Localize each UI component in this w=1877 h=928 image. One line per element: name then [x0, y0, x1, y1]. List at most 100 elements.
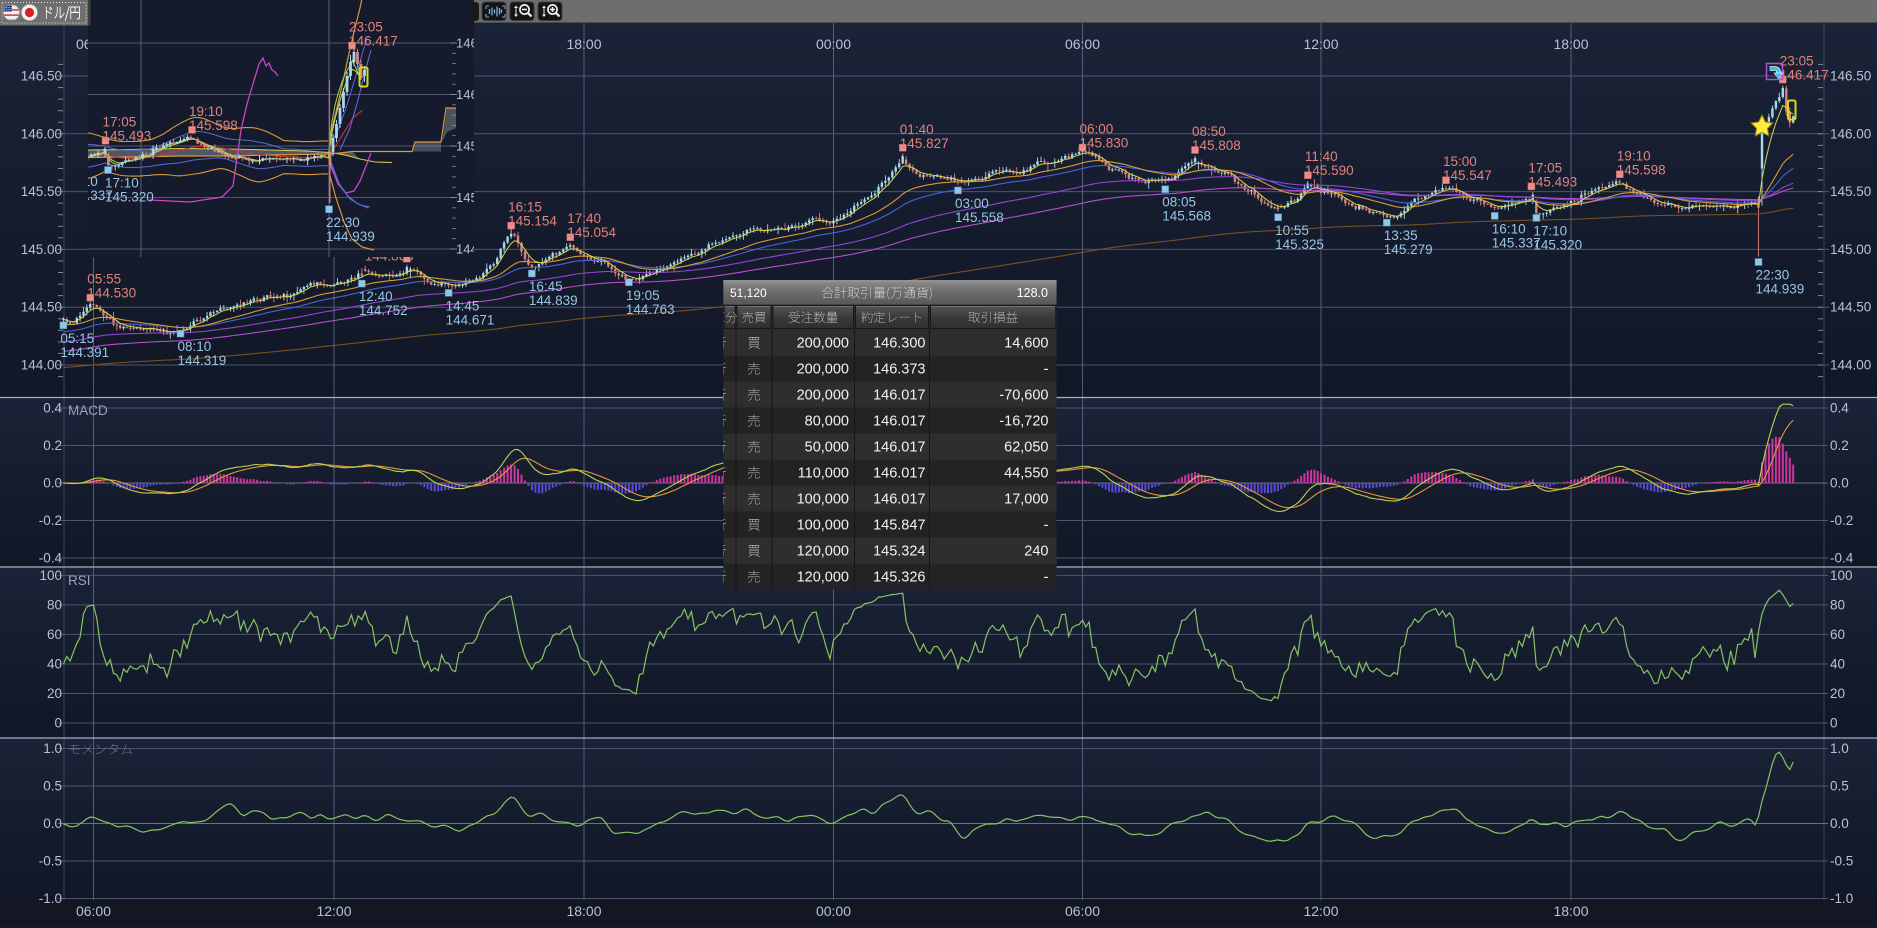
- svg-text:144.00: 144.00: [21, 358, 62, 373]
- svg-text:50,000: 50,000: [805, 440, 849, 456]
- svg-text:144.752: 144.752: [359, 303, 408, 318]
- svg-text:19:10: 19:10: [189, 104, 223, 119]
- svg-text:0.4: 0.4: [43, 401, 62, 416]
- svg-text:120,000: 120,000: [797, 544, 849, 560]
- svg-text:145.808: 145.808: [1192, 138, 1241, 153]
- svg-text:200,000: 200,000: [797, 362, 849, 378]
- svg-text:00:00: 00:00: [816, 36, 851, 52]
- svg-text:145.320: 145.320: [1533, 237, 1582, 252]
- svg-text:14,600: 14,600: [1004, 336, 1048, 352]
- svg-text:17:40: 17:40: [567, 211, 601, 226]
- svg-text:144.50: 144.50: [21, 300, 62, 315]
- svg-text:12:40: 12:40: [359, 289, 393, 304]
- svg-text:145.493: 145.493: [103, 129, 152, 144]
- svg-text:120,000: 120,000: [797, 570, 849, 586]
- svg-text:23:05: 23:05: [1780, 54, 1814, 69]
- svg-text:06:00: 06:00: [1065, 36, 1100, 52]
- svg-text:145.568: 145.568: [1162, 209, 1211, 224]
- svg-text:08:50: 08:50: [1192, 124, 1226, 139]
- svg-text:44,550: 44,550: [1004, 466, 1048, 482]
- svg-text:146.00: 146.00: [1830, 126, 1871, 141]
- svg-text:144.671: 144.671: [446, 312, 495, 327]
- svg-text:-16,720: -16,720: [999, 414, 1048, 430]
- svg-text:18:00: 18:00: [566, 36, 601, 52]
- svg-text:146.017: 146.017: [873, 414, 925, 430]
- svg-text:15:00: 15:00: [1443, 154, 1477, 169]
- svg-text:80,000: 80,000: [805, 414, 849, 430]
- svg-text:80: 80: [1830, 597, 1845, 612]
- svg-text:146.017: 146.017: [873, 466, 925, 482]
- svg-text:20: 20: [47, 686, 62, 701]
- svg-text:20: 20: [1830, 686, 1845, 701]
- svg-text:100,000: 100,000: [797, 492, 849, 508]
- svg-text:RSI: RSI: [68, 573, 91, 588]
- svg-text:145.598: 145.598: [1617, 162, 1666, 177]
- svg-text:18:00: 18:00: [1553, 36, 1588, 52]
- svg-text:10:55: 10:55: [1275, 223, 1309, 238]
- svg-text:0.0: 0.0: [43, 816, 62, 831]
- svg-text:146.017: 146.017: [873, 440, 925, 456]
- svg-text:06:00: 06:00: [1065, 903, 1100, 919]
- svg-text:-0.2: -0.2: [39, 513, 62, 528]
- svg-text:17:10: 17:10: [1533, 223, 1567, 238]
- svg-text:0.0: 0.0: [1830, 476, 1849, 491]
- svg-text:03:00: 03:00: [955, 196, 989, 211]
- svg-text:60: 60: [1830, 627, 1845, 642]
- svg-text:18:00: 18:00: [566, 903, 601, 919]
- svg-text:16:10: 16:10: [1492, 221, 1526, 236]
- svg-text:-1.0: -1.0: [39, 891, 62, 906]
- svg-text:145.00: 145.00: [21, 242, 62, 257]
- svg-text:145.054: 145.054: [567, 225, 616, 240]
- svg-text:144.530: 144.530: [87, 286, 136, 301]
- svg-text:100: 100: [1830, 568, 1853, 583]
- svg-text:14:45: 14:45: [446, 298, 480, 313]
- svg-text:0.5: 0.5: [43, 779, 62, 794]
- svg-text:144.50: 144.50: [1830, 300, 1871, 315]
- svg-text:06:00: 06:00: [1080, 122, 1114, 137]
- svg-text:146.50: 146.50: [1830, 69, 1871, 84]
- svg-text:05:15: 05:15: [60, 331, 94, 346]
- svg-text:144.939: 144.939: [326, 229, 375, 244]
- svg-text:19:05: 19:05: [626, 288, 660, 303]
- svg-text:51,120: 51,120: [730, 286, 767, 300]
- svg-text:128.0: 128.0: [1017, 286, 1048, 300]
- svg-text:145.279: 145.279: [1384, 242, 1433, 257]
- svg-text:146.017: 146.017: [873, 492, 925, 508]
- svg-text:23:05: 23:05: [349, 20, 383, 35]
- svg-text:200,000: 200,000: [797, 388, 849, 404]
- svg-text:00:00: 00:00: [816, 903, 851, 919]
- svg-text:0.4: 0.4: [1830, 401, 1849, 416]
- svg-text:17:05: 17:05: [103, 115, 137, 130]
- svg-text:146.417: 146.417: [1780, 68, 1829, 83]
- svg-text:16:15: 16:15: [508, 200, 542, 215]
- svg-text:-0.4: -0.4: [39, 551, 63, 566]
- svg-text:-70,600: -70,600: [999, 388, 1048, 404]
- svg-text:17,000: 17,000: [1004, 492, 1048, 508]
- svg-text:19:10: 19:10: [1617, 148, 1651, 163]
- svg-text:146.017: 146.017: [873, 388, 925, 404]
- svg-text:144.839: 144.839: [529, 293, 578, 308]
- svg-text:06:00: 06:00: [76, 903, 111, 919]
- svg-text:145.325: 145.325: [1275, 237, 1324, 252]
- svg-text:0.0: 0.0: [1830, 816, 1849, 831]
- svg-text:-0.5: -0.5: [39, 854, 62, 869]
- svg-text:145.50: 145.50: [1830, 184, 1871, 199]
- svg-text:-1.0: -1.0: [1830, 891, 1853, 906]
- svg-text:146.373: 146.373: [873, 362, 925, 378]
- svg-text:11:40: 11:40: [1305, 149, 1338, 164]
- svg-text:-0.2: -0.2: [1830, 513, 1853, 528]
- svg-text:144.763: 144.763: [626, 302, 675, 317]
- svg-text:146.417: 146.417: [349, 34, 398, 49]
- svg-text:16:45: 16:45: [529, 279, 563, 294]
- svg-text:-: -: [1044, 518, 1049, 534]
- svg-text:200,000: 200,000: [797, 336, 849, 352]
- svg-text:12:00: 12:00: [1303, 36, 1338, 52]
- svg-text:0.5: 0.5: [1830, 779, 1849, 794]
- svg-text:0: 0: [1830, 716, 1838, 731]
- svg-text:-0.5: -0.5: [1830, 854, 1853, 869]
- svg-text:40: 40: [1830, 657, 1845, 672]
- svg-text:22:30: 22:30: [326, 215, 360, 230]
- svg-text:146.300: 146.300: [873, 336, 925, 352]
- svg-text:-: -: [1044, 570, 1049, 586]
- svg-text:145.00: 145.00: [1830, 242, 1871, 257]
